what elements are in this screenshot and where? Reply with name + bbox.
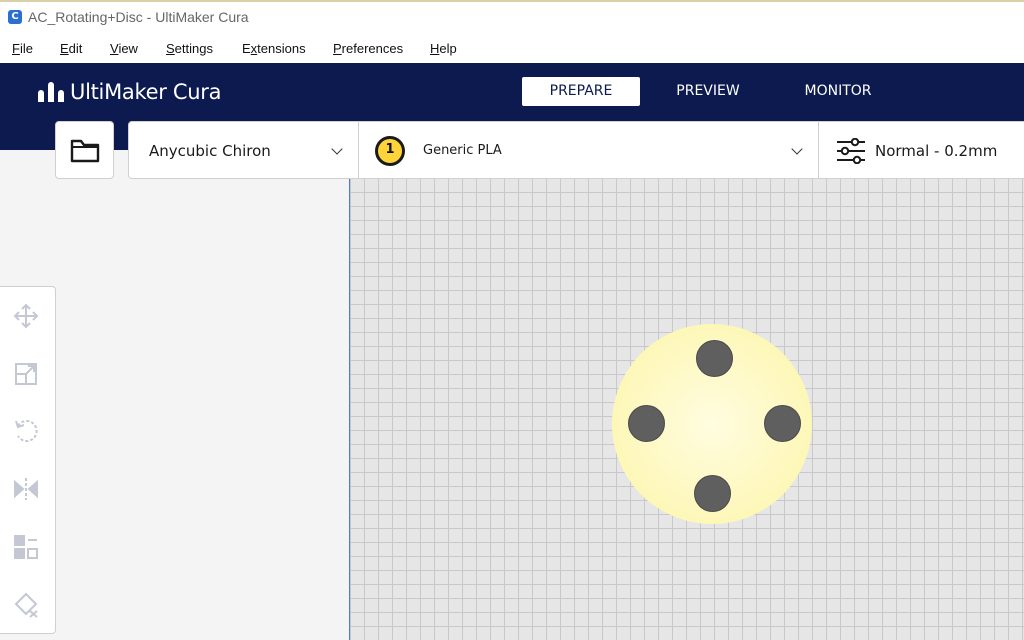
extruder-badge-icon: 1 [375,136,405,166]
move-icon[interactable] [12,302,40,330]
per-model-settings-icon[interactable] [12,533,40,561]
tool-column [0,286,56,634]
print-settings-selector[interactable]: Normal - 0.2mm [818,121,1024,179]
support-blocker-icon[interactable] [12,591,40,619]
profile-name: Normal - 0.2mm [875,142,998,160]
menu-view-rest: iew [118,41,138,56]
logo-text: UltiMaker Cura [70,80,222,104]
material-name: Generic PLA [423,143,502,158]
menu-edit-rest: dit [68,41,83,56]
window-title: AC_Rotating+Disc - UltiMaker Cura [28,9,249,25]
logo-mark-icon [38,82,64,102]
sliders-icon [837,138,865,164]
printer-name: Anycubic Chiron [149,142,271,160]
printer-selector[interactable]: Anycubic Chiron [128,121,359,179]
ultimaker-logo: UltiMaker Cura [38,80,221,104]
disc-model[interactable] [612,324,812,524]
folder-icon [70,139,100,163]
tab-preview[interactable]: PREVIEW [649,77,767,106]
menu-view[interactable]: View [110,41,138,56]
menu-bar: File Edit View Settings Extensions Prefe… [0,36,1024,63]
menu-preferences-rest: references [341,41,404,56]
open-file-button[interactable] [55,121,114,179]
menu-edit[interactable]: Edit [60,41,82,56]
tab-prepare[interactable]: PREPARE [522,77,640,106]
menu-extensions[interactable]: Extensions [242,41,306,56]
menu-edit-mnemonic: E [60,41,69,56]
menu-help-mnemonic: H [430,41,440,56]
model-hole [696,340,733,377]
scale-icon[interactable] [12,360,40,388]
menu-help-rest: elp [439,41,457,56]
material-selector[interactable]: 1 Generic PLA [358,121,819,179]
chevron-down-icon [331,143,343,155]
app-icon: C [8,10,22,24]
menu-settings-mnemonic: S [166,41,175,56]
model-hole [764,405,801,442]
chevron-down-icon [791,143,803,155]
menu-file[interactable]: File [12,41,33,56]
menu-help[interactable]: Help [430,41,457,56]
menu-preferences[interactable]: Preferences [333,41,403,56]
rotate-icon[interactable] [12,417,40,445]
title-bar: C AC_Rotating+Disc - UltiMaker Cura [0,0,1024,36]
model-hole [694,475,731,512]
mirror-icon[interactable] [12,475,40,503]
menu-file-rest: ile [19,41,33,56]
menu-file-mnemonic: F [12,41,20,56]
menu-extensions-pre: E [242,41,251,56]
extruder-number: 1 [385,142,395,157]
tab-monitor[interactable]: MONITOR [779,77,897,106]
menu-extensions-rest: tensions [257,41,306,56]
model-hole [628,405,665,442]
menu-settings[interactable]: Settings [166,41,213,56]
taskbar-strip [0,0,1024,2]
menu-settings-rest: ettings [174,41,213,56]
menu-preferences-mnemonic: P [333,41,342,56]
